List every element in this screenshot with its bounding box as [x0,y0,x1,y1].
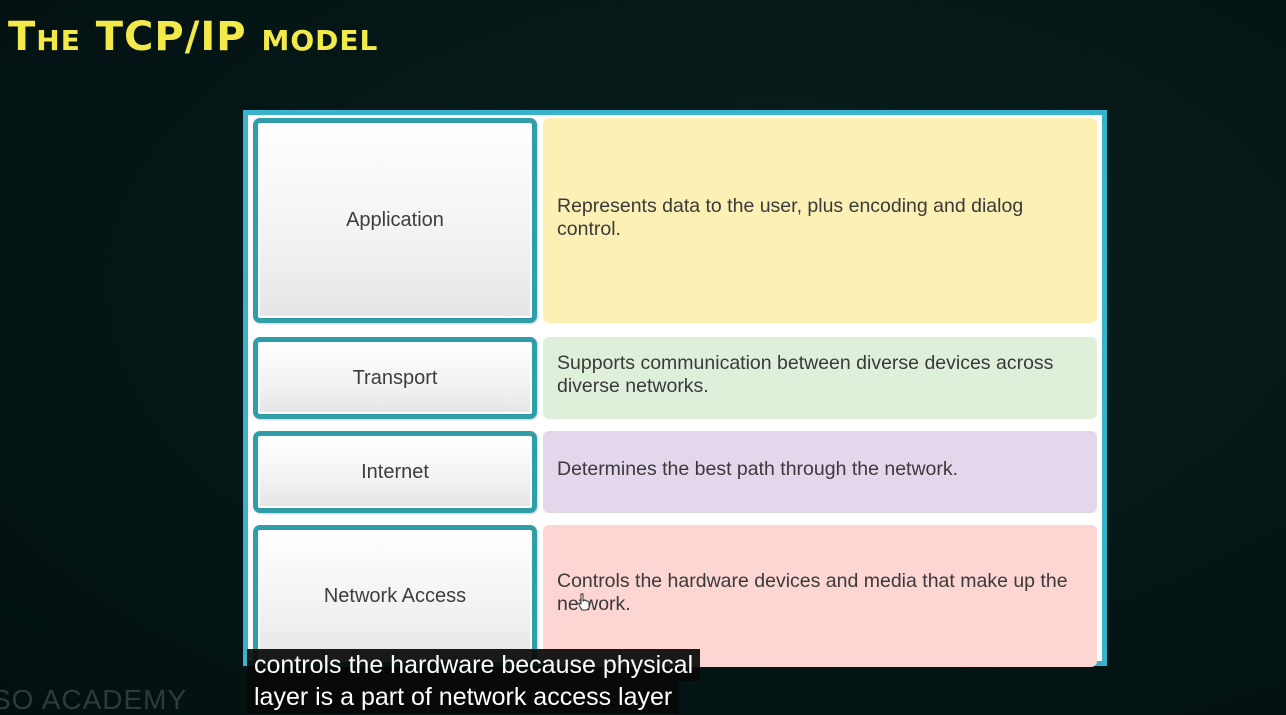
caption-line: layer is a part of network access layer [247,681,680,713]
layer-row-transport: Transport Supports communication between… [253,337,1097,419]
tcpip-layer-table: Application Represents data to the user,… [243,110,1107,667]
layer-label-application: Application [253,118,537,323]
layer-description-text: Determines the best path through the net… [557,457,959,480]
layer-row-application: Application Represents data to the user,… [253,118,1097,323]
caption-line: controls the hardware because physical [247,649,701,681]
layer-row-network-access: Network Access Controls the hardware dev… [253,525,1097,667]
slide-title: The TCP/IP model [8,14,379,60]
layer-label-transport: Transport [253,337,537,419]
subtitle-caption: controls the hardware because physical l… [247,649,701,713]
layer-description-text: Controls the hardware devices and media … [557,570,1068,615]
hand-cursor-icon [578,593,590,611]
layer-description-transport: Supports communication between diverse d… [543,337,1097,419]
layer-label-network-access: Network Access [253,525,537,667]
layer-description-text: Represents data to the user, plus encodi… [557,194,1024,240]
layer-description-internet: Determines the best path through the net… [543,431,1097,513]
layer-row-internet: Internet Determines the best path throug… [253,431,1097,513]
video-slide: The TCP/IP model Application Represents … [0,0,1286,715]
layer-description-text: Supports communication between diverse d… [557,352,1054,397]
layer-label-internet: Internet [253,431,537,513]
layer-description-application: Represents data to the user, plus encodi… [543,118,1097,323]
channel-watermark: SO ACADEMY [0,684,188,715]
layer-description-network-access: Controls the hardware devices and media … [543,525,1097,667]
